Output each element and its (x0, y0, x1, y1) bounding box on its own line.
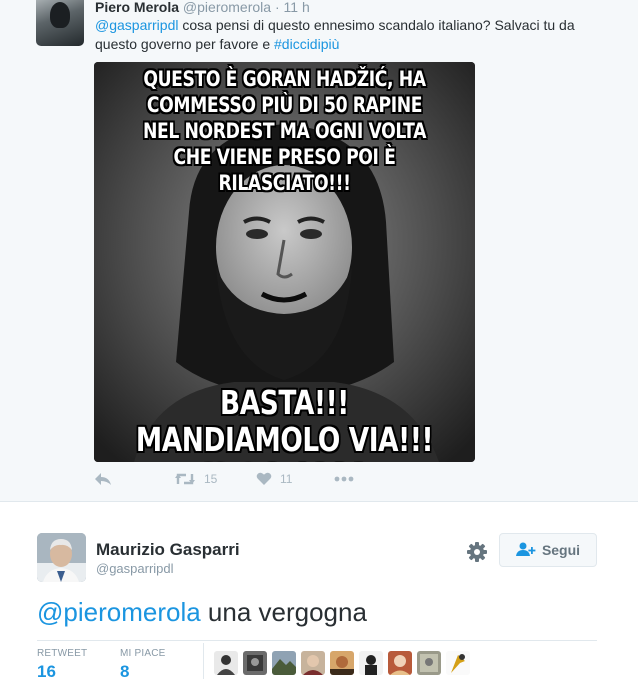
author-handle[interactable]: @gasparripdl (96, 561, 174, 576)
timestamp[interactable]: 11 h (284, 0, 310, 15)
liker-avatar[interactable] (272, 651, 296, 675)
likes-stat-label: MI PIACE (120, 648, 166, 659)
like-count: 11 (280, 472, 293, 486)
avatar[interactable] (36, 0, 84, 46)
follow-button[interactable]: Segui (499, 533, 597, 567)
separator: · (274, 0, 280, 15)
tweet-body: una vergogna (200, 597, 367, 627)
more-button[interactable] (334, 476, 354, 482)
gear-icon[interactable] (466, 541, 488, 563)
liker-avatar[interactable] (330, 651, 354, 675)
retweet-button[interactable]: 15 (174, 472, 217, 486)
mention-link[interactable]: @pieromerola (37, 597, 201, 627)
retweet-icon (174, 472, 196, 486)
retweet-count: 15 (204, 472, 218, 486)
mention-link[interactable]: @gasparripdl (95, 17, 178, 33)
reply-button[interactable] (94, 472, 112, 486)
retweet-stat-value: 16 (37, 662, 56, 681)
author-name[interactable]: Maurizio Gasparri (96, 540, 240, 560)
follow-person-icon (515, 542, 536, 559)
reply-icon (94, 472, 112, 486)
retweet-stat-label: RETWEET (37, 648, 88, 659)
divider (203, 643, 204, 679)
meme-caption-top: Questo è Goran Hadžić, ha commesso più d… (143, 67, 426, 195)
author-name[interactable]: Piero Merola (95, 0, 179, 15)
hashtag-link[interactable]: #diccidipiù (274, 36, 339, 52)
follow-label: Segui (541, 542, 581, 558)
author-handle[interactable]: @pieromerola (183, 0, 271, 15)
likers-avatars (214, 651, 470, 675)
meme-caption-bottom: Basta!!! Mandiamolo via!!! Renzi a casa!… (135, 383, 434, 462)
divider (37, 640, 597, 641)
tweet-text: @gasparripdl cosa pensi di questo ennesi… (95, 16, 615, 54)
likes-stat[interactable]: MI PIACE 8 (120, 648, 166, 682)
liker-avatar[interactable] (243, 651, 267, 675)
more-icon (334, 476, 354, 482)
liker-avatar[interactable] (446, 651, 470, 675)
retweet-stat[interactable]: RETWEET 16 (37, 648, 87, 682)
heart-icon (256, 472, 272, 486)
meme-image[interactable]: Questo è Goran Hadžić, ha commesso più d… (94, 62, 475, 462)
divider (0, 501, 638, 502)
liker-avatar[interactable] (388, 651, 412, 675)
likes-stat-value: 8 (120, 662, 130, 681)
liker-avatar[interactable] (301, 651, 325, 675)
like-button[interactable]: 11 (256, 472, 292, 486)
avatar[interactable] (37, 533, 86, 582)
tweet-text: @pieromerola una vergogna (37, 596, 367, 628)
liker-avatar[interactable] (359, 651, 383, 675)
liker-avatar[interactable] (417, 651, 441, 675)
tweet-header: Piero Merola @pieromerola · 11 h (95, 0, 310, 15)
reply-tweet: Piero Merola @pieromerola · 11 h @gaspar… (0, 0, 638, 501)
liker-avatar[interactable] (214, 651, 238, 675)
